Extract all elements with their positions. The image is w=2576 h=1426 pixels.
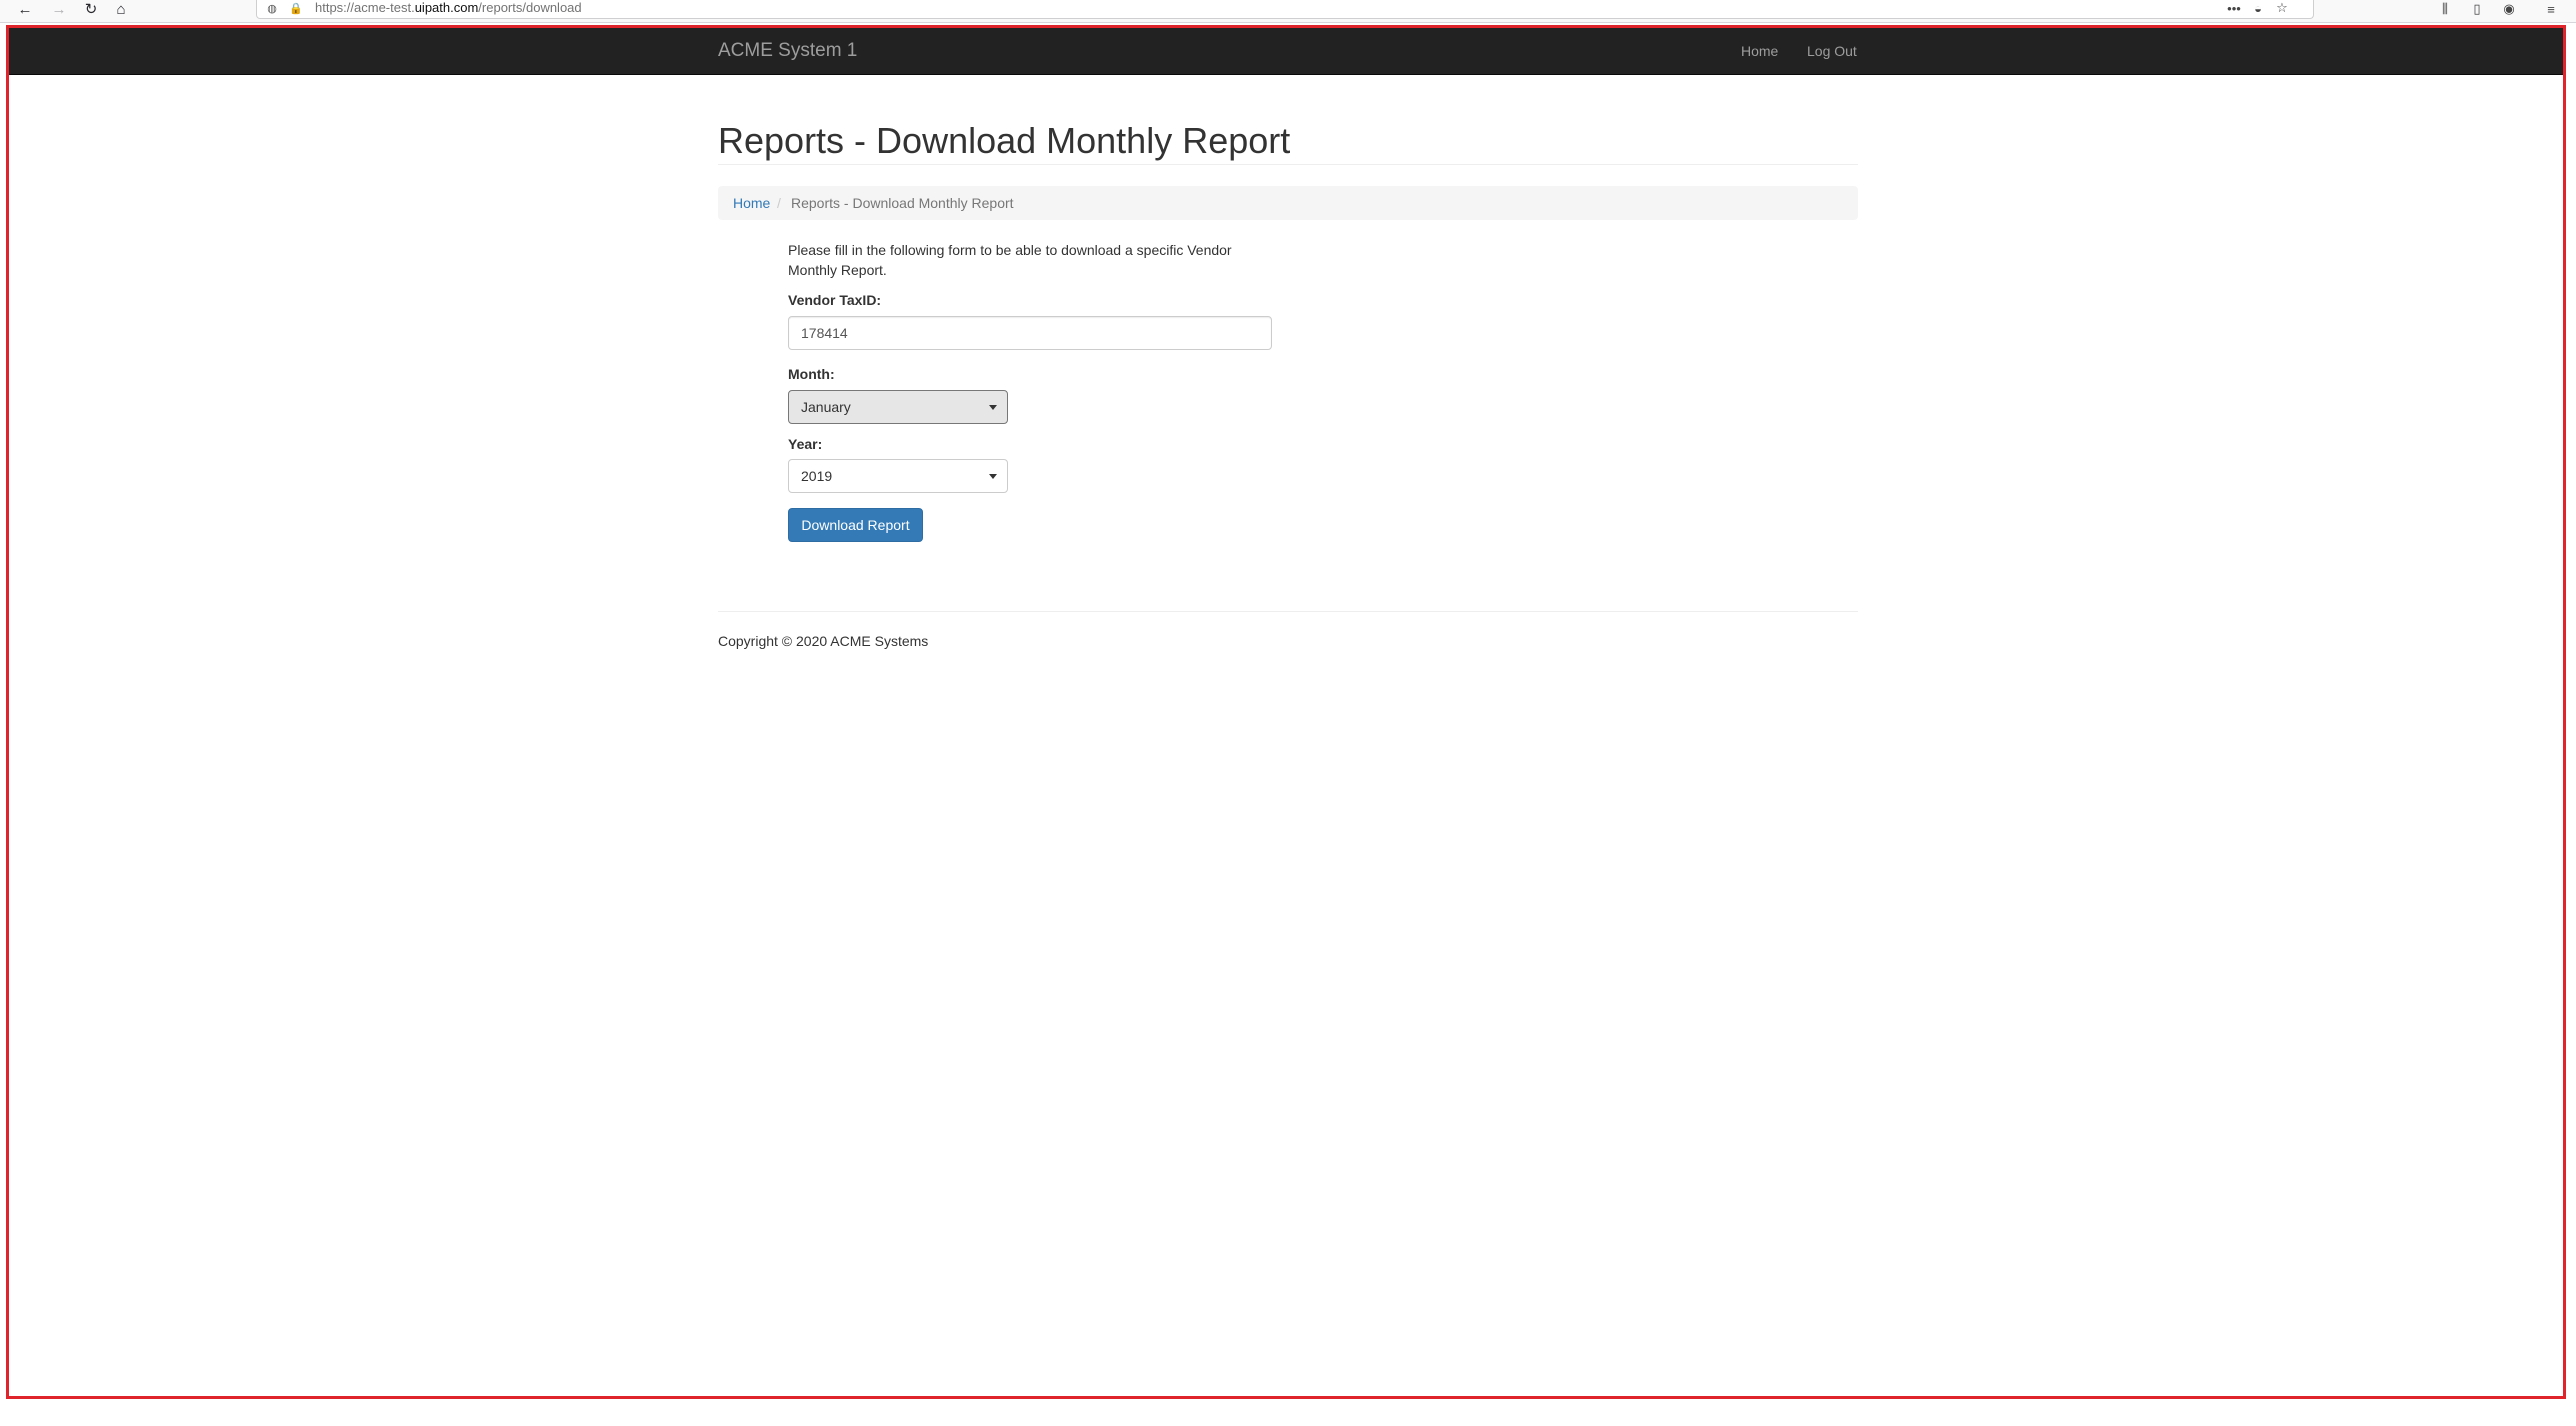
- footer-copyright: Copyright © 2020 ACME Systems: [718, 633, 929, 649]
- month-label: Month:: [788, 366, 835, 382]
- breadcrumb-separator: /: [777, 195, 781, 211]
- form-instructions: Please fill in the following form to be …: [788, 242, 1232, 278]
- account-icon[interactable]: ◉: [2496, 0, 2522, 18]
- caret-down-icon: [989, 474, 997, 479]
- library-icon[interactable]: ⫼: [2432, 0, 2458, 18]
- sidebar-icon[interactable]: ▯: [2464, 0, 2490, 18]
- ellipsis-icon[interactable]: •••: [2223, 0, 2245, 16]
- month-selected-value: January: [801, 399, 851, 415]
- nav-home-link[interactable]: Home: [1741, 28, 1778, 74]
- breadcrumb-home-link[interactable]: Home: [733, 186, 770, 220]
- page-title: Reports - Download Monthly Report: [718, 120, 1291, 161]
- arrow-right-icon[interactable]: →: [46, 0, 72, 18]
- brand-link[interactable]: ACME System 1: [718, 28, 857, 74]
- vendor-taxid-label: Vendor TaxID:: [788, 292, 882, 308]
- vendor-taxid-input[interactable]: 178414: [788, 316, 1272, 350]
- hamburger-icon[interactable]: ≡: [2538, 0, 2564, 18]
- year-select[interactable]: 2019: [788, 459, 1008, 493]
- breadcrumb-current: Reports - Download Monthly Report: [791, 195, 1014, 211]
- footer-divider: [718, 611, 1858, 612]
- nav-logout-link[interactable]: Log Out: [1807, 28, 1857, 74]
- home-icon[interactable]: ⌂: [108, 0, 134, 18]
- breadcrumb: Home / Reports - Download Monthly Report: [718, 186, 1858, 220]
- caret-down-icon: [989, 405, 997, 410]
- site-navbar: ACME System 1 Home Log Out: [9, 28, 2563, 75]
- url-prefix: https://acme-test.: [315, 0, 415, 15]
- star-icon[interactable]: ☆: [2271, 0, 2293, 16]
- year-selected-value: 2019: [801, 468, 833, 484]
- url-domain: uipath.com: [414, 0, 479, 15]
- page-viewport-outline: [6, 25, 2566, 1399]
- download-report-button[interactable]: Download Report: [788, 508, 923, 542]
- year-label: Year:: [788, 436, 823, 452]
- pocket-icon[interactable]: ◒: [2247, 0, 2269, 16]
- lock-icon[interactable]: 🔒: [289, 1, 303, 15]
- reload-icon[interactable]: ↻: [78, 0, 104, 18]
- shield-icon[interactable]: ◍: [265, 1, 279, 15]
- url-text[interactable]: https://acme-test.uipath.com/reports/dow…: [315, 0, 582, 16]
- arrow-left-icon[interactable]: ←: [12, 0, 38, 18]
- browser-toolbar: ← → ↻ ⌂ ◍ 🔒 https://acme-test.uipath.com…: [0, 0, 2576, 23]
- url-path: /reports/download: [478, 0, 582, 15]
- title-divider: [718, 164, 1858, 165]
- address-bar[interactable]: ◍ 🔒 https://acme-test.uipath.com/reports…: [256, 0, 2314, 19]
- month-select[interactable]: January: [788, 390, 1008, 424]
